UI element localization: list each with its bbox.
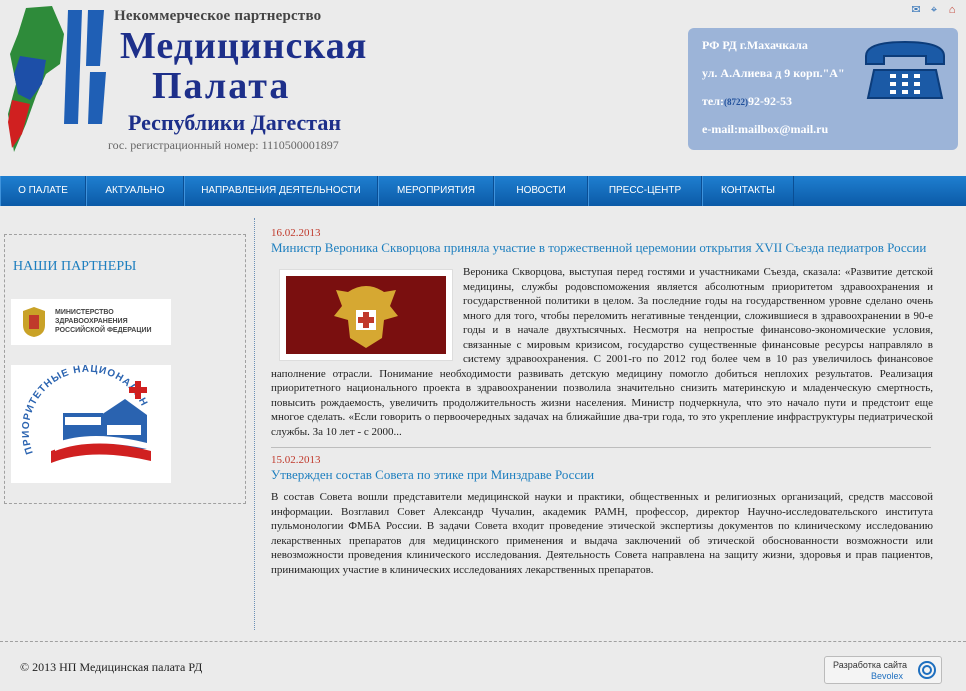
- main-navigation: О ПАЛАТЕ АКТУАЛЬНО НАПРАВЛЕНИЯ ДЕЯТЕЛЬНО…: [0, 176, 966, 206]
- news-image[interactable]: [279, 269, 453, 361]
- phone-number: 92-92-53: [747, 94, 792, 108]
- telephone-icon: [865, 40, 945, 99]
- partner-national-projects[interactable]: ПРИОРИТЕТНЫЕ НАЦИОНАЛЬНЫЕ ПРОЕКТЫ: [6, 357, 171, 483]
- news-item: 16.02.2013 Министр Вероника Скворцова пр…: [271, 226, 933, 439]
- double-eagle-emblem-icon: [334, 286, 398, 348]
- news-date: 16.02.2013: [271, 227, 321, 239]
- mail-icon[interactable]: ✉: [910, 4, 922, 16]
- nav-item-about[interactable]: О ПАЛАТЕ: [0, 176, 86, 206]
- nav-item-news[interactable]: НОВОСТИ: [494, 176, 588, 206]
- partner1-line1: МИНИСТЕРСТВО: [55, 309, 114, 316]
- nav-item-contacts[interactable]: КОНТАКТЫ: [702, 176, 794, 206]
- contact-city: РФ РД г.Махачкала: [702, 38, 808, 52]
- logo-title-line2: Палата: [152, 65, 291, 107]
- partner1-line3: РОССИЙСКОЙ ФЕДЕРАЦИИ: [55, 327, 152, 334]
- nav-item-directions[interactable]: НАПРАВЛЕНИЯ ДЕЯТЕЛЬНОСТИ: [184, 176, 378, 206]
- phone-label: тел:: [702, 94, 724, 108]
- contact-box: РФ РД г.Махачкала ул. А.Алиева д 9 корп.…: [688, 28, 958, 150]
- national-projects-logo: ПРИОРИТЕТНЫЕ НАЦИОНАЛЬНЫЕ ПРОЕКТЫ: [6, 357, 151, 463]
- news-list: 16.02.2013 Министр Вероника Скворцова пр…: [271, 226, 933, 577]
- coat-of-arms-icon: [23, 307, 45, 337]
- developer-badge[interactable]: Разработка сайта Bevolex: [824, 656, 942, 684]
- top-icons: ✉ ⌖ ⌂: [910, 4, 958, 16]
- news-item: 15.02.2013 Утвержден состав Совета по эт…: [271, 453, 933, 577]
- news-divider: [271, 447, 931, 448]
- partners-sidebar: НАШИ ПАРТНЕРЫ МИНИСТЕРСТВО ЗДРАВООХРАНЕН…: [4, 234, 246, 504]
- news-body: В состав Совета вошли представители меди…: [271, 491, 933, 576]
- copyright: © 2013 НП Медицинская палата РД: [20, 660, 203, 674]
- contact-email[interactable]: e-mail:mailbox@mail.ru: [702, 122, 828, 137]
- nav-item-events[interactable]: МЕРОПРИЯТИЯ: [378, 176, 494, 206]
- news-title-link[interactable]: Министр Вероника Скворцова приняла участ…: [271, 240, 933, 256]
- contact-address: ул. А.Алиева д 9 корп."А": [702, 66, 845, 80]
- registration-number: гос. регистрационный номер: 111050000189…: [108, 138, 339, 152]
- news-title-link[interactable]: Утвержден состав Совета по этике при Мин…: [271, 467, 933, 483]
- logo-subtitle: Некоммерческое партнерство: [114, 8, 322, 24]
- partners-title: НАШИ ПАРТНЕРЫ: [13, 259, 137, 274]
- partner-ministry-health[interactable]: МИНИСТЕРСТВО ЗДРАВООХРАНЕНИЯ РОССИЙСКОЙ …: [11, 299, 171, 345]
- home-icon[interactable]: ⌂: [946, 4, 958, 16]
- nav-item-press[interactable]: ПРЕСС-ЦЕНТР: [588, 176, 702, 206]
- spiral-logo-icon: [918, 661, 936, 679]
- nav-item-actual[interactable]: АКТУАЛЬНО: [86, 176, 184, 206]
- news-date: 15.02.2013: [271, 454, 321, 466]
- logo-title-line1: Медицинская: [120, 25, 368, 67]
- site-header: Некоммерческое партнерство Медицинская П…: [0, 0, 966, 176]
- dev-name: Bevolex: [871, 671, 904, 681]
- column-divider: [254, 218, 255, 630]
- sitemap-icon[interactable]: ⌖: [928, 4, 940, 16]
- contact-phone: тел:(8722)92-92-53: [702, 94, 792, 109]
- phone-code: (8722): [723, 97, 748, 107]
- logo-title-line3: Республики Дагестан: [128, 110, 342, 135]
- partner1-line2: ЗДРАВООХРАНЕНИЯ: [55, 318, 128, 325]
- footer-divider: [0, 641, 966, 642]
- dev-label: Разработка сайта: [833, 660, 908, 670]
